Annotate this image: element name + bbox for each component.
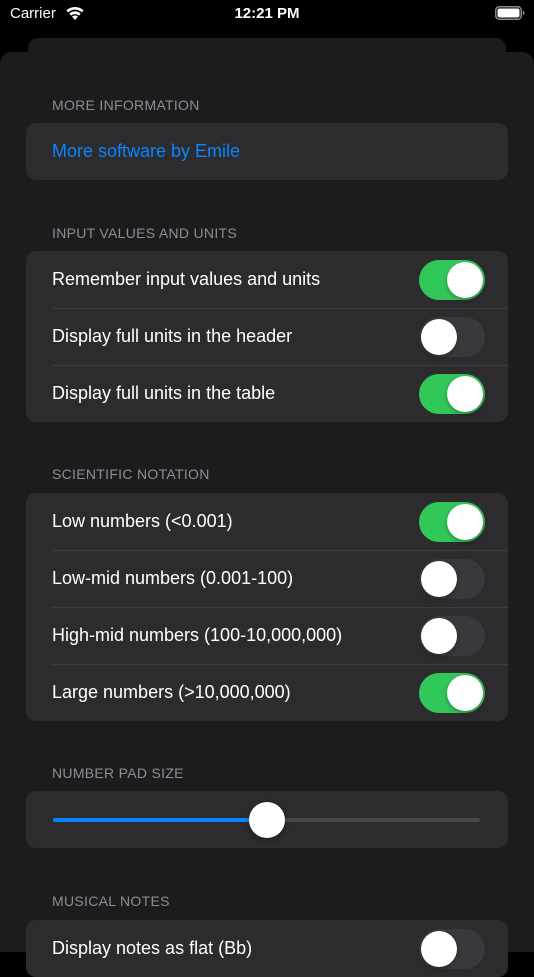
status-bar: Carrier 12:21 PM: [0, 0, 534, 30]
battery-icon: [495, 6, 525, 20]
status-time: 12:21 PM: [234, 5, 300, 22]
row-label: Display full units in the header: [52, 326, 293, 346]
row-label: Display full units in the table: [52, 383, 276, 403]
slider-fill: [53, 818, 267, 822]
group-more-information: More software by Emile: [26, 123, 508, 180]
row-label: Large numbers (>10,000,000): [52, 682, 291, 702]
low-mid-numbers-toggle[interactable]: [419, 559, 485, 599]
more-software-row[interactable]: More software by Emile: [26, 123, 508, 180]
row-label: Low-mid numbers (0.001-100): [52, 568, 294, 588]
toggle-knob: [447, 504, 483, 540]
group-musical-notes: Display notes as flat (Bb): [26, 920, 508, 977]
full-units-header-toggle[interactable]: [419, 317, 485, 357]
toggle-knob: [447, 675, 483, 711]
large-numbers-toggle[interactable]: [419, 673, 485, 713]
remember-input-toggle[interactable]: [419, 260, 485, 300]
settings-row-remember-input: Remember input values and units: [26, 251, 508, 308]
settings-row-full-units-header: Display full units in the header: [26, 308, 508, 365]
number-pad-size-slider-thumb[interactable]: [248, 802, 285, 838]
section-header-number-pad-size: NUMBER PAD SIZE: [52, 765, 184, 781]
settings-row-low-mid-numbers: Low-mid numbers (0.001-100): [26, 550, 508, 607]
section-header-musical-notes: MUSICAL NOTES: [52, 893, 170, 909]
high-mid-numbers-toggle[interactable]: [419, 616, 485, 656]
group-number-pad-size: [26, 791, 508, 848]
group-scientific-notation: Low numbers (<0.001) Low-mid numbers (0.…: [26, 493, 508, 721]
section-header-scientific-notation: SCIENTIFIC NOTATION: [52, 466, 210, 482]
full-units-table-toggle[interactable]: [419, 374, 485, 414]
toggle-knob: [421, 618, 457, 654]
toggle-knob: [447, 262, 483, 298]
row-label: High-mid numbers (100-10,000,000): [52, 625, 343, 645]
settings-row-low-numbers: Low numbers (<0.001): [26, 493, 508, 550]
toggle-knob: [421, 561, 457, 597]
settings-row-high-mid-numbers: High-mid numbers (100-10,000,000): [26, 607, 508, 664]
toggle-knob: [447, 376, 483, 412]
settings-row-notes-flat: Display notes as flat (Bb): [26, 920, 508, 977]
toggle-knob: [421, 931, 457, 967]
settings-sheet: MORE INFORMATION More software by Emile …: [0, 52, 534, 977]
row-label: Display notes as flat (Bb): [52, 938, 253, 958]
row-label: Low numbers (<0.001): [52, 511, 233, 531]
settings-row-full-units-table: Display full units in the table: [26, 365, 508, 422]
settings-row-large-numbers: Large numbers (>10,000,000): [26, 664, 508, 721]
group-input-values: Remember input values and units Display …: [26, 251, 508, 422]
section-header-input-values: INPUT VALUES AND UNITS: [52, 225, 238, 241]
toggle-knob: [421, 319, 457, 355]
more-software-link[interactable]: More software by Emile: [52, 123, 240, 180]
low-numbers-toggle[interactable]: [419, 502, 485, 542]
notes-flat-toggle[interactable]: [419, 929, 485, 969]
section-header-more-information: MORE INFORMATION: [52, 97, 200, 113]
row-label: Remember input values and units: [52, 269, 321, 289]
